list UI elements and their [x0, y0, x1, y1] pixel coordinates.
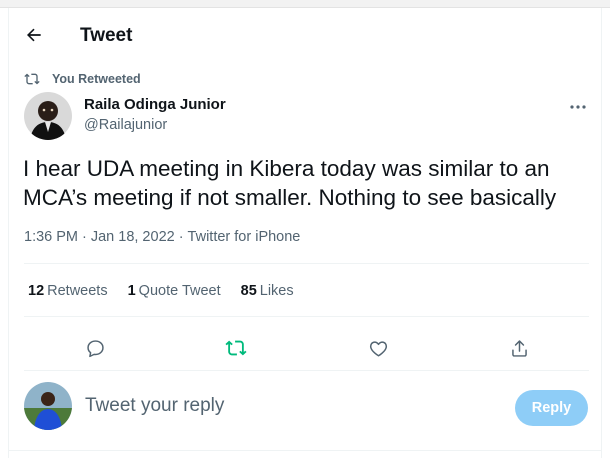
retweets-count: 12	[28, 283, 45, 299]
likes-stat[interactable]: 85 Likes	[241, 283, 294, 299]
tweet-text: I hear UDA meeting in Kibera today was s…	[23, 156, 557, 210]
share-button[interactable]	[507, 336, 531, 360]
tweet-actions	[9, 328, 601, 368]
retweet-icon	[225, 340, 247, 356]
divider	[9, 450, 601, 451]
tweet-source[interactable]: Twitter for iPhone	[188, 229, 301, 245]
arrow-left-icon	[27, 28, 41, 42]
retweet-button[interactable]	[224, 336, 248, 360]
share-icon	[511, 339, 527, 357]
quote-tweets-label: Quote Tweet	[138, 283, 221, 299]
divider	[24, 316, 589, 317]
tweet-stats: 12 Retweets 1 Quote Tweet 85 Likes	[28, 283, 294, 299]
comment-icon	[86, 339, 104, 357]
retweet-context-label: You Retweeted	[52, 72, 141, 86]
quote-tweets-count: 1	[127, 283, 136, 299]
quote-tweets-stat[interactable]: 1 Quote Tweet	[128, 283, 221, 299]
divider	[24, 263, 589, 264]
more-icon	[570, 105, 586, 109]
author-avatar-image	[24, 92, 72, 140]
author-avatar[interactable]	[24, 92, 72, 140]
tweet-date[interactable]: Jan 18, 2022	[91, 229, 175, 245]
meta-separator: ·	[82, 229, 87, 245]
tweet-time[interactable]: 1:36 PM	[24, 229, 78, 245]
browser-top-strip	[0, 0, 610, 8]
retweets-label: Retweets	[47, 283, 108, 299]
reply-input[interactable]	[85, 395, 385, 417]
reply-button[interactable]	[83, 336, 107, 360]
more-options-button[interactable]	[565, 98, 591, 116]
retweet-icon	[24, 73, 40, 85]
likes-count: 85	[240, 283, 257, 299]
like-button[interactable]	[366, 336, 390, 360]
retweets-stat[interactable]: 12 Retweets	[28, 283, 108, 299]
author-name[interactable]: Raila Odinga Junior	[84, 96, 226, 113]
heart-icon	[369, 340, 387, 357]
meta-separator: ·	[178, 229, 184, 245]
tweet-detail-column: Tweet You Retweeted Raila Odinga Junior …	[8, 8, 602, 458]
tweet-meta: 1:36 PM · Jan 18, 2022 · Twitter for iPh…	[24, 229, 300, 245]
user-avatar[interactable]	[24, 382, 72, 430]
author-handle[interactable]: @Railajunior	[84, 117, 167, 133]
page-title: Tweet	[80, 25, 133, 46]
user-avatar-image	[24, 382, 72, 430]
page-header: Tweet	[9, 8, 601, 61]
reply-submit-button[interactable]: Reply	[515, 390, 588, 426]
divider	[24, 370, 589, 371]
retweet-context: You Retweeted	[24, 70, 141, 88]
back-button[interactable]	[21, 22, 47, 48]
likes-label: Likes	[259, 283, 294, 299]
